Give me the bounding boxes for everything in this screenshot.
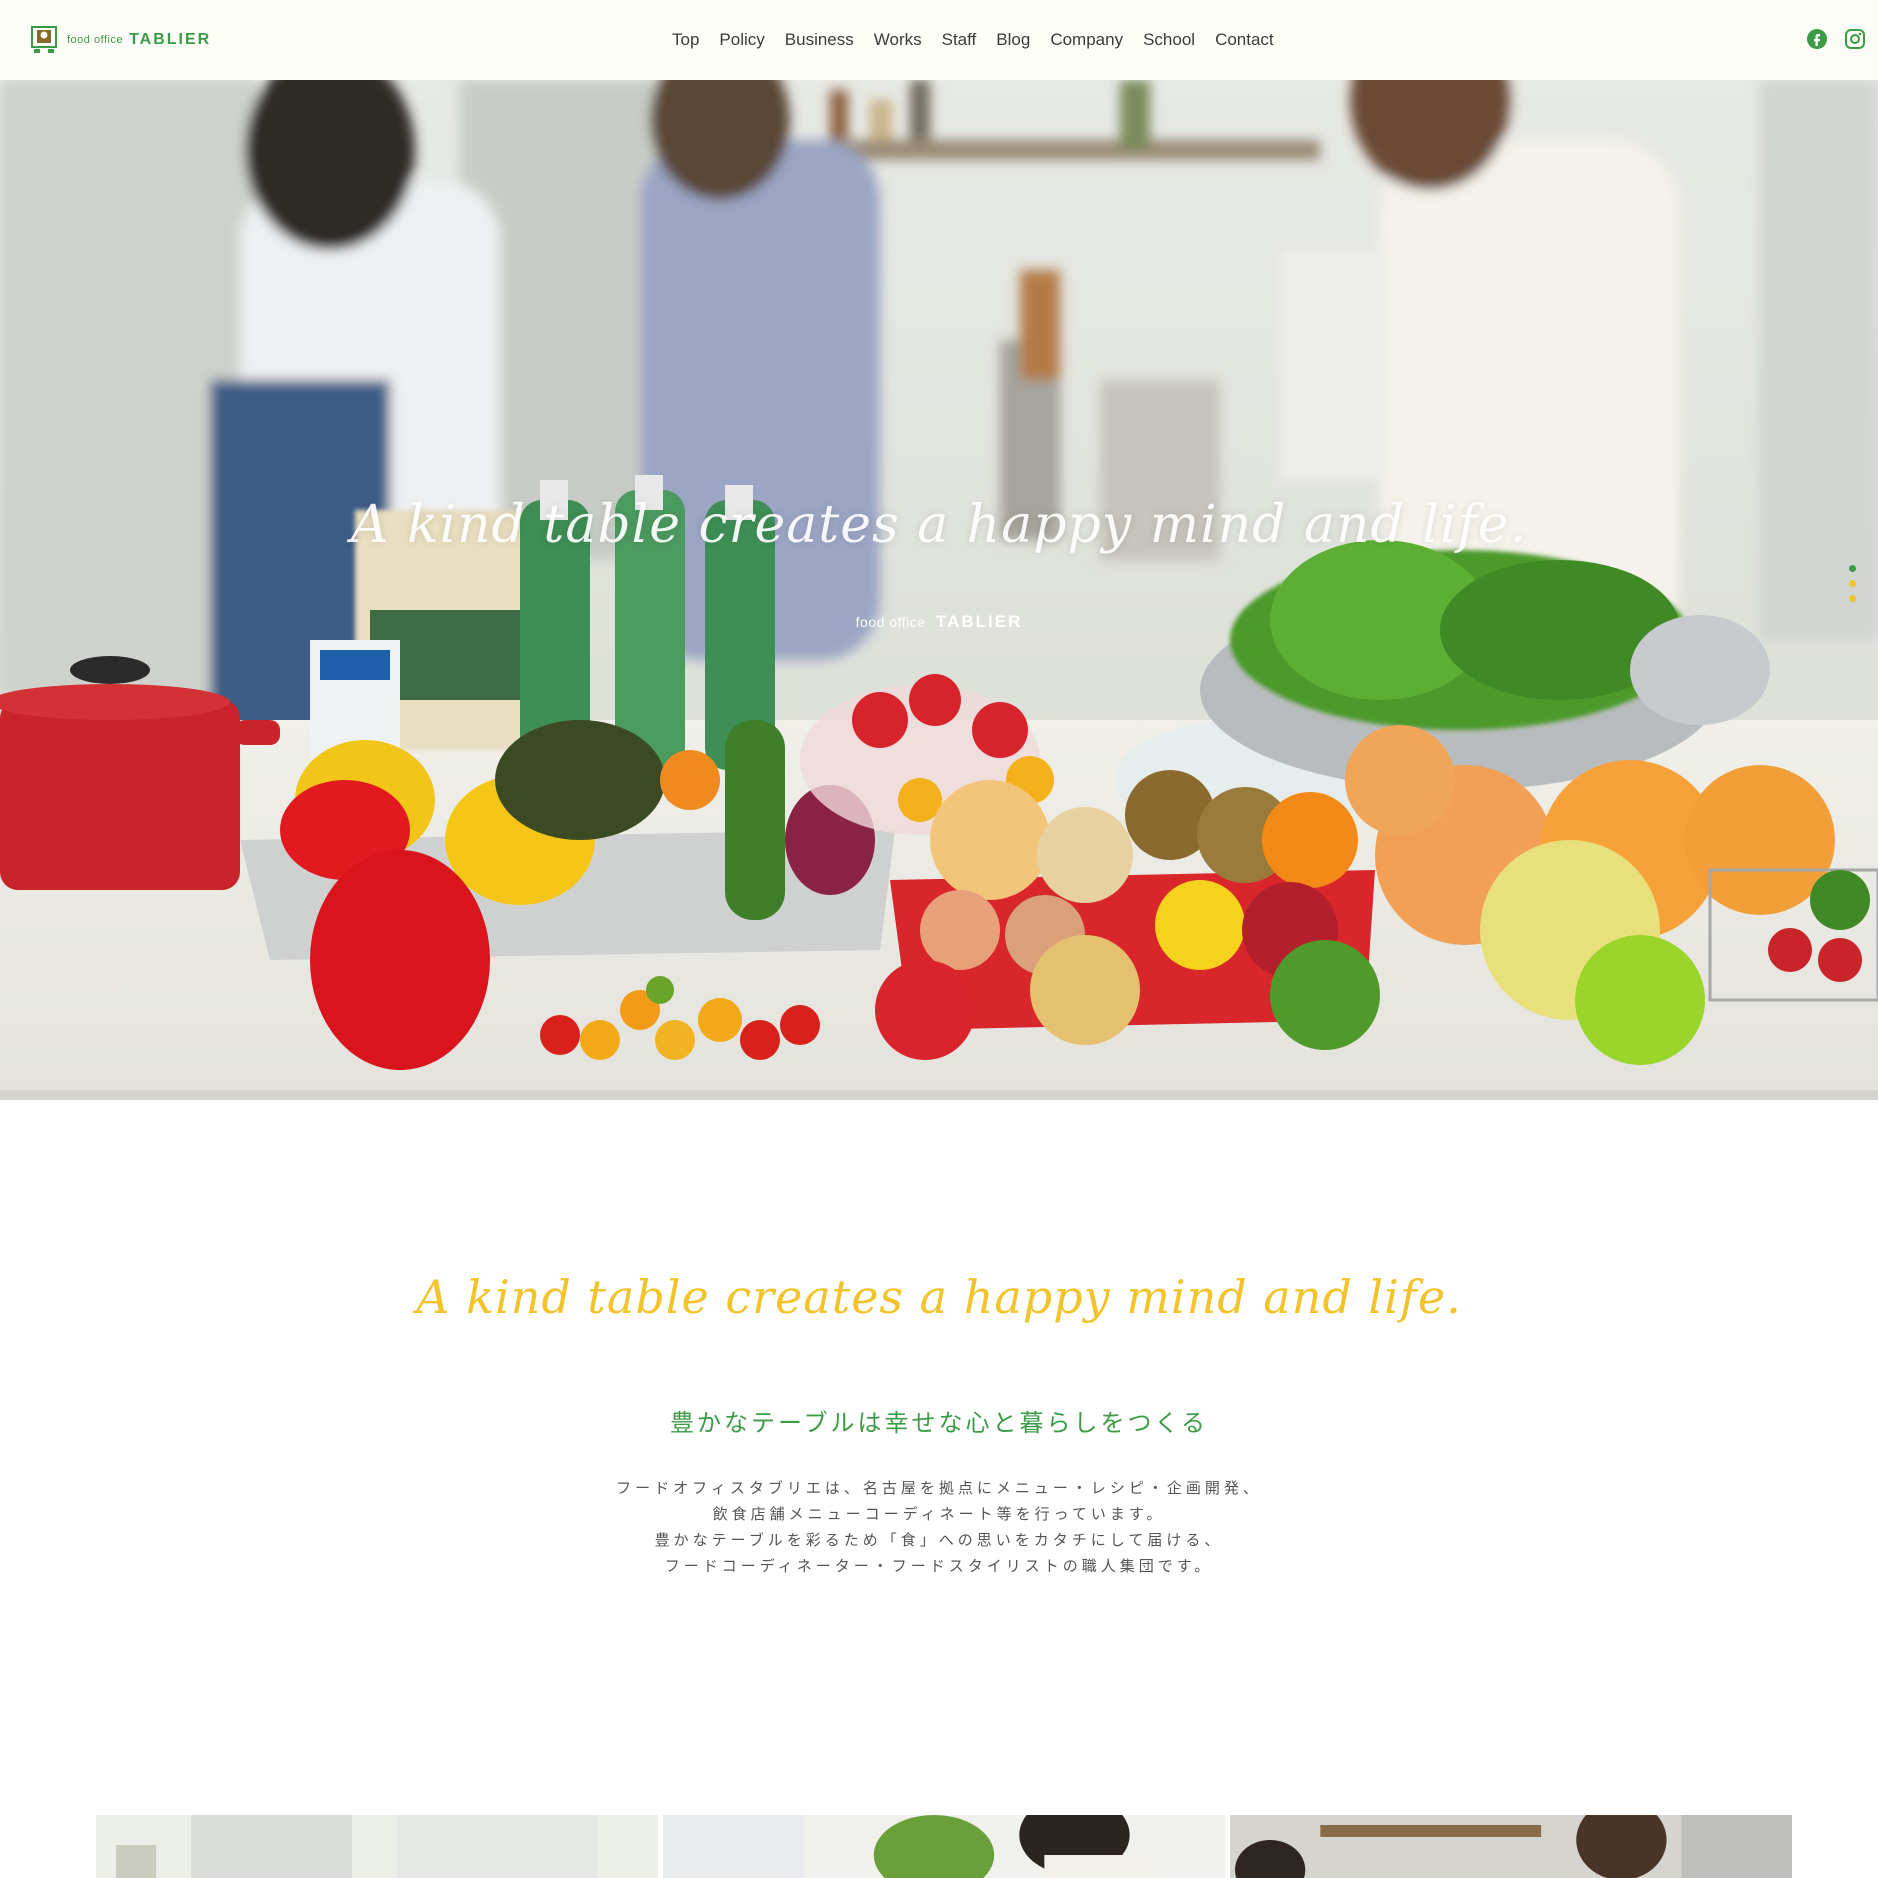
slide-pagination [1849,565,1856,602]
hero-slideshow: A kind table creates a happy mind and li… [0,80,1878,1100]
intro-body: フードオフィスタブリエは、名古屋を拠点にメニュー・レシピ・企画開発、 飲食店舗メ… [0,1476,1878,1580]
intro-heading: 豊かなテーブルは幸せな心と暮らしをつくる [669,1410,1209,1437]
slide-dot-2[interactable] [1849,580,1856,587]
instagram-icon[interactable] [1844,28,1866,50]
nav-blog[interactable]: Blog [986,28,1040,52]
hero-image [0,80,1878,1100]
intro-body-line: フードコーディネーター・フードスタイリストの職人集団です。 [664,1558,1214,1575]
intro-body-line: 飲食店舗メニューコーディネート等を行っています。 [712,1506,1166,1523]
intro-body-line: フードオフィスタブリエは、名古屋を拠点にメニュー・レシピ・企画開発、 [616,1480,1262,1497]
photo-gallery [96,1815,1792,1878]
hero-tagline: A kind table creates a happy mind and li… [350,495,1528,555]
facebook-icon[interactable] [1806,28,1828,50]
gallery-photo[interactable] [663,1815,1225,1878]
hero-logo: food office TABLIER [0,612,1878,632]
intro-body-line: 豊かなテーブルを彩るため「食」への思いをカタチにして届ける、 [654,1532,1224,1549]
logo-icon [31,26,57,54]
nav-staff[interactable]: Staff [932,28,987,52]
nav-school[interactable]: School [1133,28,1205,52]
logo-link[interactable]: food office TABLIER [31,25,211,55]
nav-business[interactable]: Business [775,28,864,52]
slide-dot-3[interactable] [1849,595,1856,602]
gallery-photo[interactable] [96,1815,658,1878]
nav-top[interactable]: Top [662,28,709,52]
hero-logo-sub: food office [855,614,926,630]
nav-company[interactable]: Company [1040,28,1133,52]
logo-main-text: TABLIER [129,31,212,48]
nav-works[interactable]: Works [864,28,932,52]
intro-tagline: A kind table creates a happy mind and li… [416,1270,1462,1324]
site-header: food office TABLIER Top Policy Business … [0,0,1878,80]
nav-policy[interactable]: Policy [709,28,774,52]
logo-sub-text: food office [67,34,124,46]
main-nav: Top Policy Business Works Staff Blog Com… [662,28,1284,52]
gallery-photo[interactable] [1230,1815,1792,1878]
slide-dot-1[interactable] [1849,565,1856,572]
hero-logo-main: TABLIER [935,612,1023,631]
social-links [1806,28,1866,50]
nav-contact[interactable]: Contact [1205,28,1284,52]
